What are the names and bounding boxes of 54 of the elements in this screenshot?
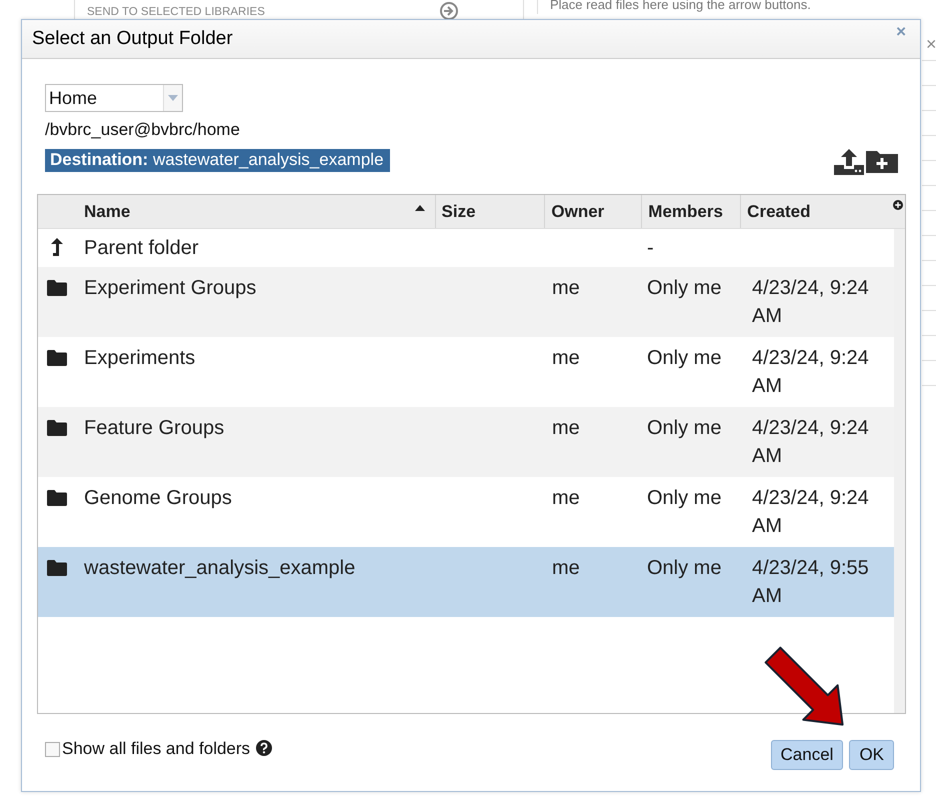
- up-arrow-icon: [51, 238, 63, 256]
- sort-arrow-icon: [414, 204, 425, 210]
- table-cell: me: [552, 277, 580, 299]
- column-header[interactable]: Owner: [545, 195, 642, 228]
- table-cell: -: [647, 237, 654, 259]
- location-dropdown[interactable]: Home: [45, 84, 183, 112]
- new-folder-icon[interactable]: [866, 149, 898, 173]
- folder-icon: [47, 420, 67, 436]
- help-icon: [256, 740, 272, 756]
- folder-icon: [47, 280, 67, 296]
- table-cell: Genome Groups: [84, 487, 232, 509]
- destination-label: Destination: wastewater_analysis_example: [45, 149, 390, 172]
- table-cell: wastewater_analysis_example: [84, 557, 356, 579]
- table-cell: me: [552, 347, 580, 369]
- folder-icon: [47, 350, 67, 366]
- folder-icon: [47, 560, 67, 576]
- column-header[interactable]: Members: [642, 195, 742, 228]
- table-cell: me: [552, 557, 580, 579]
- table-cell: 4/23/24, 9:55 AM: [752, 557, 869, 607]
- table-cell: Only me: [647, 347, 722, 369]
- table-cell: 4/23/24, 9:24 AM: [752, 277, 869, 327]
- folder-icon: [47, 490, 67, 506]
- checkbox-label: Show all files and folders: [62, 739, 250, 759]
- dialog-button[interactable]: OK: [849, 740, 894, 770]
- upload-icon[interactable]: [834, 149, 864, 175]
- checkbox[interactable]: [45, 742, 60, 756]
- table-cell: Parent folder: [84, 237, 199, 259]
- table-row[interactable]: Feature Groups me Only me 4/23/24, 9:24 AM: [38, 407, 894, 477]
- table-cell: Experiment Groups: [84, 277, 256, 299]
- close-button[interactable]: ×: [926, 34, 936, 55]
- table-cell: Feature Groups: [84, 417, 224, 439]
- table-cell: Only me: [647, 557, 722, 579]
- table-cell: Only me: [647, 417, 722, 439]
- dialog-title: Select an Output Folder: [32, 28, 233, 50]
- table-cell: Experiments: [84, 347, 196, 369]
- dialog-button[interactable]: Cancel: [770, 740, 844, 770]
- column-header[interactable]: Size: [436, 195, 546, 228]
- table-cell: 4/23/24, 9:24 AM: [752, 487, 869, 537]
- table-row[interactable]: wastewater_analysis_example me Only me 4/23/24, 9:55 AM: [38, 547, 894, 617]
- table-cell: 4/23/24, 9:24 AM: [752, 417, 869, 467]
- section-label: SEND TO SELECTED LIBRARIES: [87, 6, 265, 18]
- table-cell: Only me: [647, 277, 722, 299]
- table-row[interactable]: Experiment Groups me Only me 4/23/24, 9:24 AM: [38, 267, 894, 337]
- table-cell: me: [552, 417, 580, 439]
- table-cell: 4/23/24, 9:24 AM: [752, 347, 869, 397]
- table-cell: Only me: [647, 487, 722, 509]
- column-header[interactable]: Name: [76, 195, 436, 228]
- table-cell: me: [552, 487, 580, 509]
- add-column-icon: [892, 198, 903, 212]
- arrow-circle-icon: [439, 1, 459, 20]
- caret-icon: [168, 95, 178, 101]
- folder-path: /bvbrc_user@bvbrc/home: [45, 120, 241, 140]
- column-header[interactable]: Created: [741, 195, 893, 228]
- scrollbar[interactable]: [894, 229, 905, 713]
